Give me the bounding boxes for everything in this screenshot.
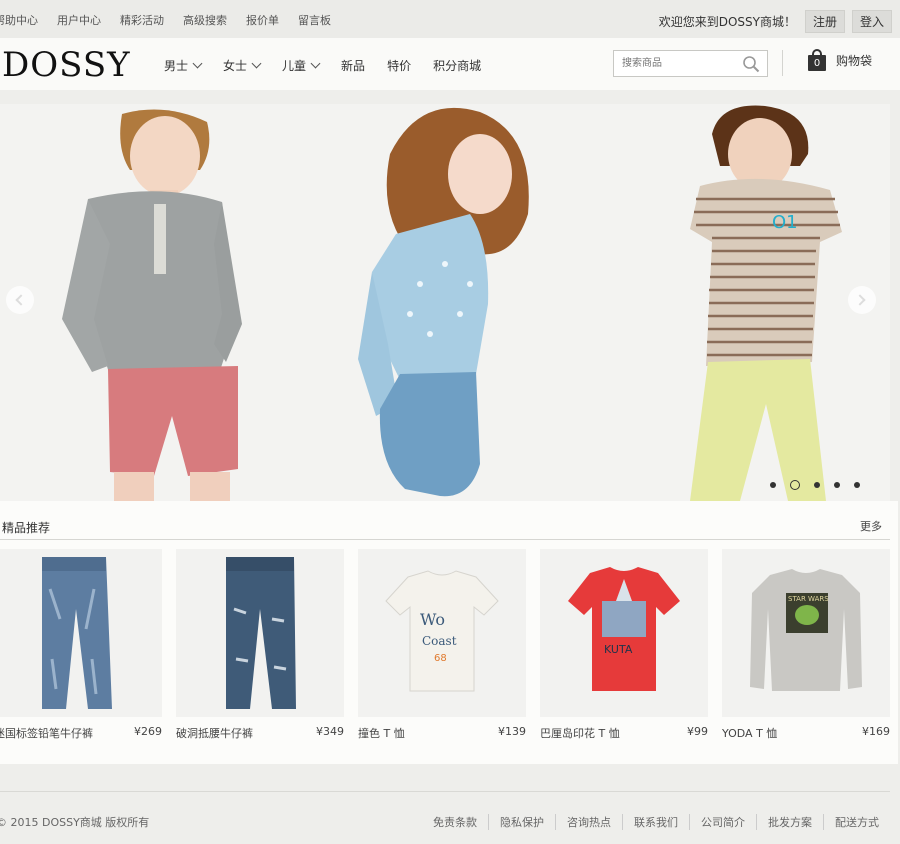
search-icon[interactable] xyxy=(742,55,760,73)
footer-links: 免责条款 隐私保护 咨询热点 联系我们 公司简介 批发方案 配送方式 xyxy=(422,814,890,830)
chevron-down-icon xyxy=(192,58,203,69)
chevron-right-icon xyxy=(854,294,866,306)
model-boy-grey-sweater xyxy=(62,109,242,501)
model-boy-striped-tee: O1 xyxy=(690,105,842,501)
model-girl-polka-dot-shirt xyxy=(358,107,529,497)
product-name[interactable]: 巴厘岛印花 T 恤 xyxy=(540,725,620,741)
more-link[interactable]: 更多 xyxy=(860,518,882,534)
nav-item-men[interactable]: 男士 xyxy=(164,57,203,74)
main-header: DOSSY 男士 女士 儿童 新品 特价 积分商城 0 购物袋 xyxy=(0,38,900,90)
product-image-red-tee[interactable]: KUTA xyxy=(540,549,708,717)
footer-link-hotline[interactable]: 咨询热点 xyxy=(555,814,622,830)
register-button[interactable]: 注册 xyxy=(804,10,845,33)
login-button[interactable]: 登入 xyxy=(851,10,892,33)
product-price: ¥269 xyxy=(134,725,162,738)
product-image-white-tee[interactable]: Wo Coast 68 xyxy=(358,549,526,717)
footer-link-shipping[interactable]: 配送方式 xyxy=(823,814,890,830)
help-center-link[interactable]: 帮助中心 xyxy=(0,12,38,28)
top-utility-bar: 帮助中心 用户中心 精彩活动 高级搜索 报价单 留言板 欢迎您来到DOSSY商城… xyxy=(0,0,900,38)
nav-item-points-mall[interactable]: 积分商城 xyxy=(433,57,481,74)
events-link[interactable]: 精彩活动 xyxy=(120,12,164,28)
search-input[interactable] xyxy=(614,51,734,76)
banner-pagination xyxy=(770,480,860,490)
quote-link[interactable]: 报价单 xyxy=(246,12,279,28)
product-price: ¥99 xyxy=(687,725,708,738)
welcome-text: 欢迎您来到DOSSY商城！ xyxy=(658,15,796,29)
product-image-distressed-jeans[interactable] xyxy=(176,549,344,717)
message-board-link[interactable]: 留言板 xyxy=(298,12,331,28)
svg-text:O1: O1 xyxy=(772,212,798,233)
product-name[interactable]: YODA T 恤 xyxy=(722,725,777,741)
footer-link-disclaimer[interactable]: 免责条款 xyxy=(422,814,488,830)
product-card[interactable]: 破洞抵腰牛仔裤 ¥349 xyxy=(176,549,344,754)
banner-dot-1[interactable] xyxy=(770,482,776,488)
svg-text:68: 68 xyxy=(434,653,447,664)
banner-dot-4[interactable] xyxy=(834,482,840,488)
featured-products-section: 精品推荐 更多 迷国标签铅笔牛仔裤 ¥269 破洞抵腰牛仔裤 ¥349 Wo C… xyxy=(0,501,898,764)
product-card[interactable]: STAR WARS YODA T 恤 ¥169 xyxy=(722,549,890,754)
nav-item-women[interactable]: 女士 xyxy=(223,57,262,74)
nav-item-kids[interactable]: 儿童 xyxy=(282,57,321,74)
shopping-bag[interactable]: 0 购物袋 xyxy=(808,49,872,71)
cart-label: 购物袋 xyxy=(836,53,873,68)
banner-next-arrow[interactable] xyxy=(848,286,876,314)
product-name[interactable]: 迷国标签铅笔牛仔裤 xyxy=(0,725,93,741)
svg-text:Wo: Wo xyxy=(420,610,445,629)
search-box xyxy=(613,50,768,77)
product-image-jeans[interactable] xyxy=(0,549,162,717)
section-title: 精品推荐 xyxy=(2,521,51,535)
banner-prev-arrow[interactable] xyxy=(6,286,34,314)
chevron-down-icon xyxy=(310,58,321,69)
cart-count: 0 xyxy=(813,58,821,69)
banner-dot-5[interactable] xyxy=(854,482,860,488)
banner-dot-2[interactable] xyxy=(790,480,800,490)
utility-links: 帮助中心 用户中心 精彩活动 高级搜索 报价单 留言板 xyxy=(0,12,350,28)
banner-photo-kids: O1 xyxy=(62,105,842,501)
site-logo[interactable]: DOSSY xyxy=(2,45,131,85)
product-card[interactable]: 迷国标签铅笔牛仔裤 ¥269 xyxy=(0,549,162,754)
product-price: ¥169 xyxy=(862,725,890,738)
product-card[interactable]: Wo Coast 68 撞色 T 恤 ¥139 xyxy=(358,549,526,754)
section-divider xyxy=(0,539,890,540)
hero-banner[interactable]: O1 xyxy=(0,104,890,501)
svg-text:STAR WARS: STAR WARS xyxy=(788,595,829,603)
footer-divider xyxy=(0,791,890,792)
footer-link-wholesale[interactable]: 批发方案 xyxy=(756,814,823,830)
product-price: ¥349 xyxy=(316,725,344,738)
banner-dot-3[interactable] xyxy=(814,482,820,488)
main-nav: 男士 女士 儿童 新品 特价 积分商城 xyxy=(164,57,503,74)
product-name[interactable]: 破洞抵腰牛仔裤 xyxy=(176,725,253,741)
advanced-search-link[interactable]: 高级搜索 xyxy=(183,12,227,28)
footer-link-privacy[interactable]: 隐私保护 xyxy=(488,814,555,830)
shopping-bag-icon: 0 xyxy=(808,49,826,71)
product-price: ¥139 xyxy=(498,725,526,738)
product-name[interactable]: 撞色 T 恤 xyxy=(358,725,405,741)
product-card[interactable]: KUTA 巴厘岛印花 T 恤 ¥99 xyxy=(540,549,708,754)
svg-text:KUTA: KUTA xyxy=(604,643,633,656)
footer-link-about[interactable]: 公司简介 xyxy=(689,814,756,830)
footer-copyright: © 2015 DOSSY商城 版权所有 xyxy=(0,816,150,829)
header-divider xyxy=(782,50,783,76)
product-image-yoda-tee[interactable]: STAR WARS xyxy=(722,549,890,717)
svg-text:Coast: Coast xyxy=(422,634,457,648)
chevron-down-icon xyxy=(251,58,262,69)
chevron-left-icon xyxy=(15,294,27,306)
nav-item-sale[interactable]: 特价 xyxy=(387,57,411,74)
nav-item-new[interactable]: 新品 xyxy=(341,57,365,74)
user-center-link[interactable]: 用户中心 xyxy=(57,12,101,28)
footer-link-contact[interactable]: 联系我们 xyxy=(622,814,689,830)
